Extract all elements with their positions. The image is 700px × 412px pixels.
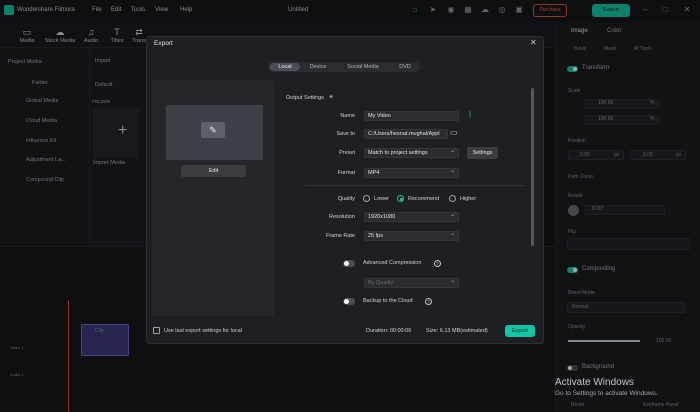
activate-windows-subtitle: Go to Settings to activate Windows. bbox=[555, 390, 658, 397]
backup-cloud-toggle[interactable] bbox=[343, 298, 355, 305]
activate-windows-title: Activate Windows bbox=[555, 377, 634, 388]
close-icon[interactable]: ✕ bbox=[530, 38, 537, 47]
size-text: Size: 6.13 MB(estimated) bbox=[426, 328, 488, 334]
frame-rate-label: Frame Rate bbox=[325, 233, 355, 239]
layers-icon: ◈ bbox=[329, 94, 334, 100]
name-input[interactable]: My Video bbox=[364, 111, 459, 121]
advanced-compression-label: Advanced Compression bbox=[363, 260, 422, 266]
dialog-scrollbar[interactable] bbox=[531, 88, 534, 246]
pencil-icon: ✎ bbox=[201, 122, 225, 138]
format-select[interactable]: MP4 bbox=[364, 167, 459, 178]
export-dialog-title: Export bbox=[154, 40, 173, 47]
quality-higher-label: Higher bbox=[460, 196, 477, 202]
quality-recommend-radio[interactable] bbox=[397, 195, 404, 202]
frame-rate-select[interactable]: 25 fps bbox=[364, 230, 459, 241]
use-last-settings-label: Use last export settings for local bbox=[164, 328, 242, 334]
save-to-label: Save to bbox=[336, 131, 355, 137]
quality-label: Quality bbox=[337, 196, 355, 202]
settings-button[interactable]: Settings bbox=[467, 147, 498, 159]
resolution-select[interactable]: 1920x1080 bbox=[364, 211, 459, 222]
format-label: Format bbox=[337, 170, 355, 176]
advanced-compression-toggle[interactable] bbox=[343, 260, 355, 267]
duration-text: Duration: 00:00:06 bbox=[366, 328, 412, 334]
folder-icon[interactable]: ▭ bbox=[450, 128, 458, 137]
preset-select[interactable]: Match to project settings bbox=[364, 147, 459, 158]
tab-local[interactable]: Local bbox=[270, 63, 300, 71]
use-last-settings-checkbox[interactable] bbox=[153, 327, 160, 334]
quality-higher-radio[interactable] bbox=[449, 195, 456, 202]
name-label: Name bbox=[340, 113, 355, 119]
backup-cloud-label: Backup to the Cloud bbox=[363, 298, 413, 304]
export-button[interactable]: Export bbox=[505, 325, 535, 337]
help-icon[interactable]: ? bbox=[425, 298, 432, 305]
quality-lower-label: Lower bbox=[374, 196, 389, 202]
tab-device[interactable]: Device bbox=[302, 63, 334, 71]
compression-mode-select[interactable]: By Quality bbox=[364, 277, 459, 288]
ai-rename-icon[interactable]: ⌇ bbox=[468, 110, 472, 119]
divider bbox=[305, 185, 525, 186]
output-settings-label: Output Settings bbox=[286, 95, 324, 101]
save-to-input[interactable]: C:/Users/hesnat.mughal/Appl bbox=[364, 129, 448, 139]
help-icon[interactable]: ? bbox=[434, 260, 441, 267]
preset-label: Preset bbox=[339, 150, 355, 156]
edit-button[interactable]: Edit bbox=[181, 165, 246, 177]
resolution-label: Resolution bbox=[329, 214, 355, 220]
quality-recommend-label: Recommend bbox=[408, 196, 440, 202]
tab-social-media[interactable]: Social Media bbox=[338, 63, 388, 71]
quality-lower-radio[interactable] bbox=[363, 195, 370, 202]
tab-dvd[interactable]: DVD bbox=[392, 63, 418, 71]
